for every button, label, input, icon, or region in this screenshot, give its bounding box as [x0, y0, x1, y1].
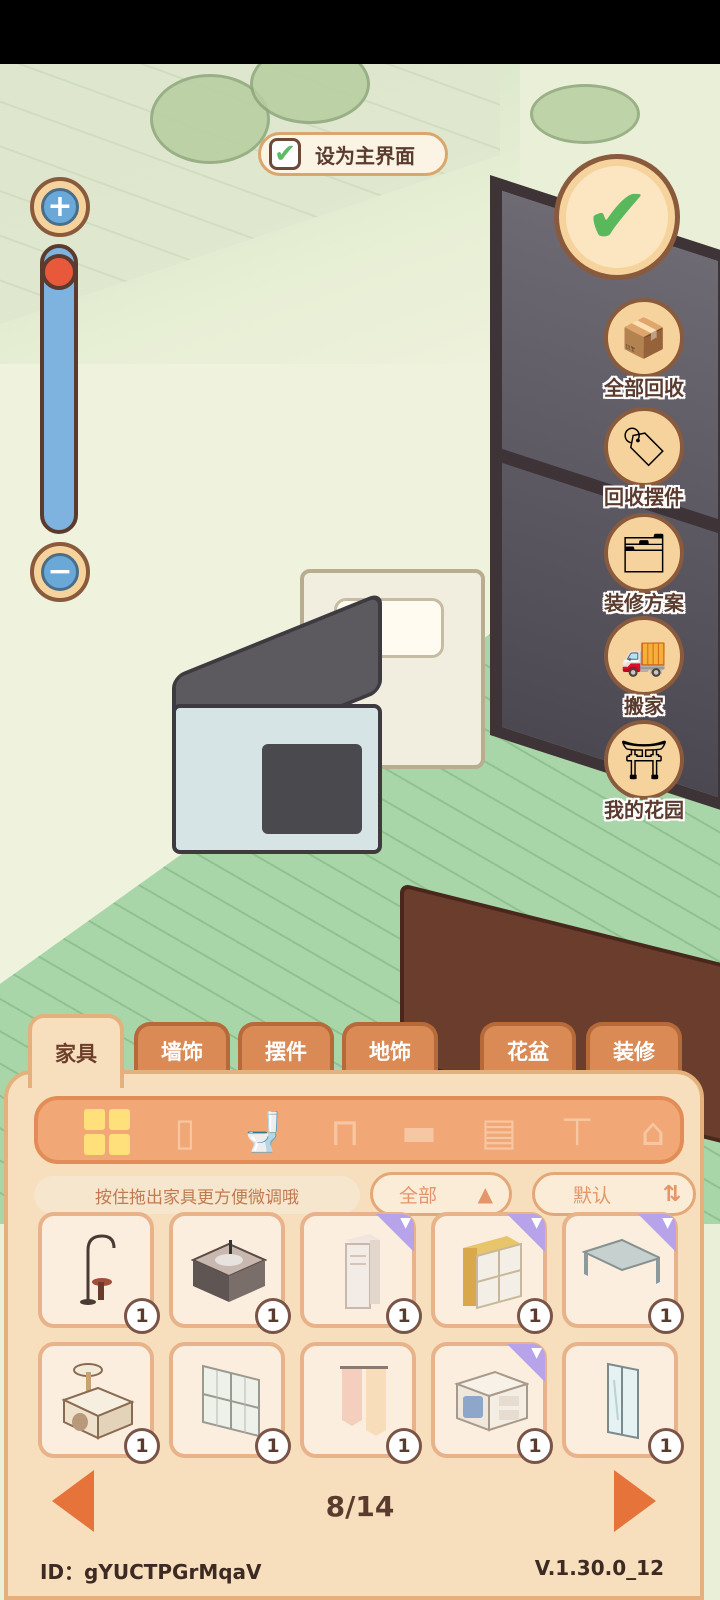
page-indicator: 8/14 [325, 1490, 395, 1523]
oven-door [262, 744, 362, 834]
curtain-image [340, 1366, 388, 1436]
item-glass-table[interactable]: ▼ 1 [562, 1212, 684, 1334]
nightstand-image [453, 1370, 529, 1432]
stove-oven[interactable] [172, 591, 382, 864]
filter-dropdown[interactable]: 全部 ▲ [370, 1172, 512, 1216]
my-garden-button[interactable]: ⛩ 我的花园 [594, 720, 694, 823]
renovation-plan-label: 装修方案 [604, 591, 684, 615]
glass-table-image [582, 1238, 660, 1284]
set-as-main-toggle[interactable]: ✔ 设为主界面 [258, 132, 448, 176]
tab-label: 装修 [613, 1040, 655, 1064]
confirm-button[interactable]: ✔ [554, 154, 680, 280]
all-grid-icon[interactable] [82, 1108, 132, 1156]
tab-label: 花盆 [507, 1040, 549, 1064]
bathroom-cabinet-image [190, 1240, 267, 1302]
prev-page-button[interactable] [52, 1470, 96, 1532]
sort-button[interactable]: 默认 ⇅ [532, 1172, 696, 1216]
recycle-ornaments-button[interactable]: 🏷 回收摆件 [594, 407, 694, 510]
my-garden-label: 我的花园 [604, 798, 684, 822]
version-label: V.1.30.0_12 [534, 1556, 664, 1580]
tab-renovation[interactable]: 装修 [586, 1022, 682, 1076]
item-cat-tree[interactable]: 1 [38, 1342, 160, 1464]
recycle-all-button[interactable]: 📦 全部回收 [594, 298, 694, 401]
item-count-badge: 1 [255, 1298, 291, 1334]
tab-label: 地饰 [369, 1040, 411, 1064]
cat-tree-image [61, 1363, 135, 1440]
lamp-icon[interactable]: ⌂ [628, 1108, 678, 1156]
item-bathroom-sink-cabinet[interactable]: 1 [169, 1212, 291, 1334]
item-wardrobe[interactable]: ▼ 1 [431, 1212, 553, 1334]
item-count-badge: 1 [517, 1298, 553, 1334]
tab-wall-decor[interactable]: 墙饰 [134, 1022, 230, 1076]
item-count-badge: 1 [648, 1298, 684, 1334]
sort-arrows-icon: ⇅ [662, 1181, 681, 1207]
air-conditioner-image [345, 1234, 380, 1309]
arrow-right-icon [614, 1470, 656, 1532]
garden-arch-icon: ⛩ [604, 720, 684, 800]
recycle-all-label: 全部回收 [604, 376, 684, 400]
checkbox-checked-icon[interactable]: ✔ [269, 138, 301, 170]
tab-furniture[interactable]: 家具 [28, 1014, 124, 1088]
item-count-badge: 1 [124, 1428, 160, 1464]
tab-label: 墙饰 [161, 1040, 203, 1064]
floor-lamp-image [80, 1234, 116, 1305]
sort-label: 默认 [573, 1184, 612, 1207]
window-panel-image [202, 1364, 260, 1438]
category-tabs: 家具 墙饰 摆件 地饰 花盆 装修 [28, 1014, 698, 1088]
glass-shower-image [607, 1362, 639, 1440]
drag-hint: 按住拖出家具更方便微调哦 [34, 1176, 360, 1214]
zoom-slider-knob[interactable] [41, 254, 77, 290]
plus-icon: + [41, 188, 79, 226]
box-tag-icon: 🏷 [604, 407, 684, 487]
tab-label: 摆件 [265, 1040, 307, 1064]
item-count-badge: 1 [386, 1428, 422, 1464]
item-count-badge: 1 [255, 1428, 291, 1464]
set-as-main-label: 设为主界面 [315, 143, 415, 168]
folder-plus-icon: 🗂 [604, 513, 684, 593]
status-bar [0, 0, 720, 64]
item-floor-lamp-stool[interactable]: 1 [38, 1212, 160, 1334]
wardrobe-image [463, 1236, 522, 1310]
item-window-panel[interactable]: 1 [169, 1342, 291, 1464]
bed-icon[interactable]: ▬ [394, 1108, 444, 1156]
checkmark-icon: ✔ [566, 166, 668, 268]
item-count-badge: 1 [517, 1428, 553, 1464]
arrow-left-icon [52, 1470, 94, 1532]
recycle-ornaments-label: 回收摆件 [604, 485, 684, 509]
item-curtain[interactable]: 1 [300, 1342, 422, 1464]
item-nightstand-safe[interactable]: ▼ 1 [431, 1342, 553, 1464]
zoom-in-button[interactable]: + [30, 177, 90, 237]
tab-floor-decor[interactable]: 地饰 [342, 1022, 438, 1076]
next-page-button[interactable] [614, 1470, 658, 1532]
cabinet-icon[interactable]: ▤ [474, 1108, 524, 1156]
box-down-icon: 📦 [604, 298, 684, 378]
tab-label: 家具 [55, 1042, 97, 1066]
moving-truck-icon: 🚚 [604, 616, 684, 696]
item-air-conditioner[interactable]: ▼ 1 [300, 1212, 422, 1334]
toilet-icon[interactable]: 🚽 [238, 1108, 288, 1156]
zoom-out-button[interactable]: − [30, 542, 90, 602]
renovation-plan-button[interactable]: 🗂 装修方案 [594, 513, 694, 616]
item-count-badge: 1 [386, 1298, 422, 1334]
move-house-label: 搬家 [624, 694, 664, 718]
stool-icon[interactable]: ⊓ [320, 1108, 370, 1156]
move-house-button[interactable]: 🚚 搬家 [594, 616, 694, 719]
player-id: ID：gYUCTPGrMqaV [40, 1560, 262, 1584]
table-icon[interactable]: ⊤ [552, 1108, 602, 1156]
subcategory-bar: ▯ 🚽 ⊓ ▬ ▤ ⊤ ⌂ [34, 1096, 684, 1164]
fridge-icon[interactable]: ▯ [160, 1108, 210, 1156]
item-count-badge: 1 [648, 1428, 684, 1464]
triangle-up-icon: ▲ [477, 1182, 493, 1206]
tab-ornaments[interactable]: 摆件 [238, 1022, 334, 1076]
item-glass-shower[interactable]: 1 [562, 1342, 684, 1464]
item-count-badge: 1 [124, 1298, 160, 1334]
hanging-plant [530, 84, 640, 144]
filter-label: 全部 [399, 1184, 438, 1207]
tab-flowerpots[interactable]: 花盆 [480, 1022, 576, 1076]
minus-icon: − [41, 553, 79, 591]
